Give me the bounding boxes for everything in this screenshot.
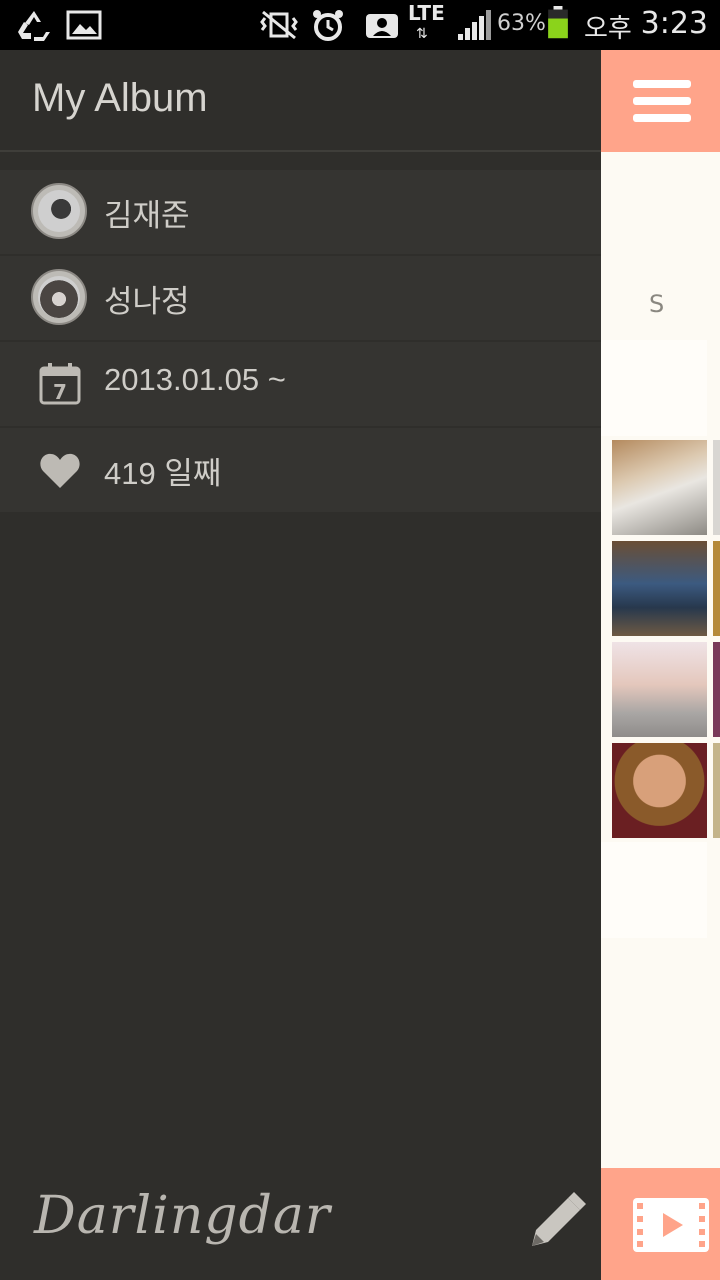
network-type: LTE — [408, 1, 445, 25]
photo-thumbnail[interactable] — [612, 642, 707, 737]
photo-thumbnail[interactable] — [713, 440, 720, 535]
signal-icon — [458, 10, 491, 40]
film-play-icon — [633, 1198, 709, 1252]
drawer-item-day-count[interactable]: 419 일째 — [0, 428, 601, 512]
silent-vibrate-icon — [260, 10, 298, 40]
drawer-item-label: 김재준 — [104, 198, 190, 233]
battery-percent: 63% — [497, 11, 546, 36]
data-arrows-icon: ⇅ — [416, 26, 428, 42]
app-logo: Darlingdar — [34, 1186, 331, 1246]
album-title: My Album — [32, 76, 208, 120]
pencil-icon[interactable] — [524, 1190, 588, 1254]
alarm-icon — [313, 10, 343, 41]
image-icon — [66, 10, 102, 40]
photo-card[interactable] — [601, 340, 707, 436]
heart-icon — [40, 453, 80, 488]
drawer-item-partner-1[interactable]: 김재준 — [0, 170, 601, 254]
drawer-item-label: 419 일째 — [104, 456, 222, 491]
calendar-icon: 7 — [39, 363, 81, 405]
photo-thumbnail[interactable] — [612, 743, 707, 838]
status-bar: LTE ⇅ 63% 오후 3:23 — [0, 0, 720, 50]
menu-button[interactable] — [601, 50, 720, 152]
section-letter: S — [649, 290, 665, 318]
drawer-item-label: 성나정 — [104, 284, 190, 319]
photo-card[interactable] — [601, 842, 707, 938]
battery-icon — [548, 6, 568, 39]
clock: 3:23 — [640, 6, 708, 41]
ampm-label: 오후 — [584, 14, 632, 44]
drawer-item-start-date[interactable]: 7 2013.01.05 ~ — [0, 342, 601, 426]
drawer-item-partner-2[interactable]: 성나정 — [0, 256, 601, 340]
drawer-header: My Album — [0, 50, 601, 152]
photo-thumbnail[interactable] — [612, 541, 707, 636]
photo-thumbnail[interactable] — [713, 743, 720, 838]
photo-thumbnail[interactable] — [713, 642, 720, 737]
svg-text:7: 7 — [53, 380, 67, 404]
avatar — [31, 269, 87, 325]
hamburger-icon — [633, 80, 691, 88]
contact-card-icon — [366, 14, 398, 38]
main-content: S — [601, 50, 720, 1280]
drawer-item-label: 2013.01.05 ~ — [104, 362, 286, 397]
navigation-drawer: My Album 김재준 성나정 7 2013.01.05 ~ 419 일째 D… — [0, 50, 601, 1280]
photo-thumbnail[interactable] — [713, 541, 720, 636]
avatar — [31, 183, 87, 239]
recycle-icon — [18, 11, 50, 41]
slideshow-button[interactable] — [601, 1168, 720, 1280]
photo-thumbnail[interactable] — [612, 440, 707, 535]
drawer-menu: 김재준 성나정 7 2013.01.05 ~ 419 일째 — [0, 170, 601, 514]
